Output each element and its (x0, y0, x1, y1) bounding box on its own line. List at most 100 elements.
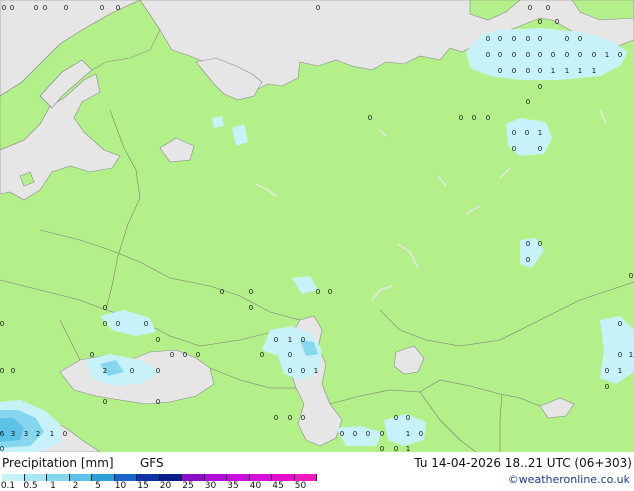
precip-value-label: 0 (260, 351, 264, 359)
precip-value-label: 0 (472, 114, 476, 122)
precip-value-label: 0 (459, 114, 463, 122)
precip-value-label: 0 (103, 320, 107, 328)
precip-value-label: 0 (406, 414, 410, 422)
precip-value-label: 0 (551, 51, 555, 59)
scale-swatch (294, 474, 317, 481)
precip-value-label: 0 (538, 240, 542, 248)
precip-value-label: 0 (43, 4, 47, 12)
precip-value-label: 0 (526, 256, 530, 264)
precip-value-label: 0 (90, 351, 94, 359)
precip-value-label: 0 (538, 18, 542, 26)
precip-value-label: 0 (538, 51, 542, 59)
precip-value-label: 0 (394, 445, 398, 452)
precip-value-label: 6 (0, 430, 5, 438)
precip-value-label: 0 (538, 67, 542, 75)
precip-value-label: 0 (394, 414, 398, 422)
precip-value-label: 0 (629, 272, 633, 280)
precip-value-label: 0 (618, 320, 622, 328)
precip-value-label: 0 (103, 304, 107, 312)
precip-value-label: 0 (366, 430, 370, 438)
precip-value-label: 0 (116, 4, 120, 12)
precip-value-label: 0 (274, 336, 278, 344)
legend-footer: Precipitation [mm] GFS Tu 14-04-2026 18.… (0, 452, 634, 491)
precip-value-label: 1 (565, 67, 569, 75)
precip-value-label: 0 (526, 51, 530, 59)
precip-value-label: 0 (538, 35, 542, 43)
precip-value-label: 0 (592, 51, 596, 59)
precip-value-label: 0 (512, 51, 516, 59)
credit-link[interactable]: ©weatheronline.co.uk (508, 473, 630, 486)
precip-value-label: 0 (156, 398, 160, 406)
precip-value-label: 0 (196, 351, 200, 359)
legend-title: Precipitation [mm] (2, 456, 114, 470)
precip-value-label: 0 (578, 35, 582, 43)
precip-value-label: 0 (144, 320, 148, 328)
scale-swatch (159, 474, 182, 481)
precip-value-label: 2 (36, 430, 40, 438)
precip-value-label: 0 (0, 367, 4, 375)
precip-value-label: 0 (565, 51, 569, 59)
precip-value-label: 0 (156, 336, 160, 344)
precip-value-label: 0 (2, 4, 6, 12)
precip-value-label: 0 (368, 114, 372, 122)
precip-value-label: 0 (301, 414, 305, 422)
scale-swatch (249, 474, 272, 481)
precip-value-label: 0 (10, 4, 14, 12)
scale-swatch (2, 474, 25, 481)
map-area: 0000000000000000000000000000100000111100… (0, 0, 634, 452)
precip-value-label: 0 (498, 51, 502, 59)
precip-area-tiny-1 (212, 116, 224, 128)
precip-value-label: 0 (130, 367, 134, 375)
precip-value-label: 0 (340, 430, 344, 438)
precip-value-label: 0 (288, 351, 292, 359)
precip-value-label: 0 (526, 240, 530, 248)
precip-value-label: 0 (116, 320, 120, 328)
scale-swatch (272, 474, 295, 481)
precip-value-label: 0 (526, 67, 530, 75)
precip-value-label: 0 (526, 35, 530, 43)
precip-value-label: 0 (512, 35, 516, 43)
valid-time: Tu 14-04-2026 18..21 UTC (06+303) (414, 456, 632, 470)
scale-swatch (114, 474, 137, 481)
precip-value-label: 0 (34, 4, 38, 12)
precip-value-label: 0 (512, 67, 516, 75)
precip-value-label: 1 (605, 51, 609, 59)
scale-swatch (92, 474, 115, 481)
precip-value-label: 0 (486, 35, 490, 43)
precip-value-label: 0 (64, 4, 68, 12)
scale-swatch (137, 474, 160, 481)
precip-value-label: 0 (555, 18, 559, 26)
precip-value-label: 0 (618, 351, 622, 359)
scale-swatch (69, 474, 92, 481)
scale-swatch (227, 474, 250, 481)
scale-swatch (204, 474, 227, 481)
precip-value-label: 0 (103, 398, 107, 406)
precip-value-label: 3 (24, 430, 28, 438)
model-name: GFS (140, 456, 164, 470)
precip-value-label: 1 (618, 367, 622, 375)
precip-value-label: 0 (605, 367, 609, 375)
precip-value-label: 0 (380, 445, 384, 452)
precip-value-label: 0 (63, 430, 67, 438)
precip-value-label: 0 (288, 367, 292, 375)
precip-value-label: 0 (328, 288, 332, 296)
scale-swatch (182, 474, 205, 481)
precip-value-label: 0 (183, 351, 187, 359)
precip-value-label: 0 (0, 445, 4, 452)
precip-value-label: 0 (419, 430, 423, 438)
precip-value-label: 1 (538, 129, 542, 137)
precip-value-label: 1 (406, 445, 410, 452)
precip-value-label: 1 (551, 67, 555, 75)
precip-value-label: 0 (100, 4, 104, 12)
precip-value-label: 0 (249, 288, 253, 296)
precip-value-label: 0 (11, 367, 15, 375)
precip-value-label: 0 (618, 51, 622, 59)
precip-value-label: 1 (314, 367, 318, 375)
precipitation-map: 0 0 0 0 0 0 0 0 0 00 00 0 0 0 0 0 00 0 0 0 0 0 0 0 0 1 00 0 0 0 1 1 1 100… (0, 0, 634, 452)
scale-swatch (47, 474, 70, 481)
precip-value-label: 0 (498, 67, 502, 75)
precip-value-label: 0 (156, 367, 160, 375)
precip-value-label: 0 (249, 304, 253, 312)
precip-value-label: 2 (103, 367, 107, 375)
precip-value-label: 0 (512, 145, 516, 153)
